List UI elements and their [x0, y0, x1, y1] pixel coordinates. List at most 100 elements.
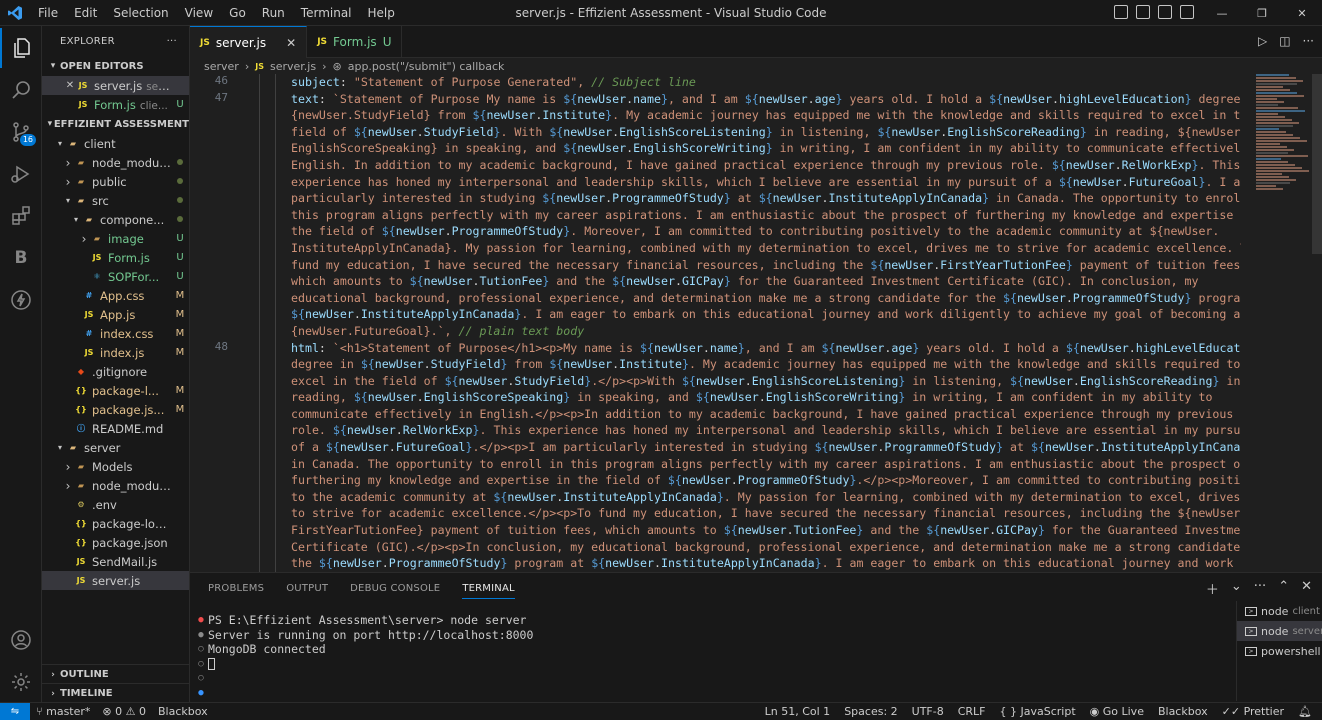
tree-item[interactable]: ▾ ▰ client [42, 134, 189, 153]
blackbox-status-right[interactable]: Blackbox [1158, 705, 1208, 718]
explorer-icon[interactable] [0, 28, 42, 68]
toggle-panel-icon[interactable] [1136, 5, 1150, 19]
tree-item-label: index.css [100, 326, 154, 341]
breadcrumb-folder[interactable]: server [204, 60, 239, 73]
tree-item[interactable]: {} package.js... M [42, 400, 189, 419]
menu-run[interactable]: Run [254, 0, 293, 26]
tree-item[interactable]: › ▰ image U [42, 229, 189, 248]
notifications-bell-icon[interactable]: 🔔︎ [1298, 705, 1312, 718]
tree-item[interactable]: › ▰ Models [42, 457, 189, 476]
menu-go[interactable]: Go [221, 0, 254, 26]
tree-item[interactable]: ⚛ SOPFor... U [42, 267, 189, 286]
tree-item[interactable]: {} package-lock.json [42, 514, 189, 533]
code-editor[interactable]: 46 47 48 subject: "Statement of Purpose Ge… [190, 74, 1322, 572]
tree-item[interactable]: JS App.js M [42, 305, 189, 324]
more-actions-icon[interactable]: ··· [1254, 579, 1266, 598]
tree-item[interactable]: JS SendMail.js [42, 552, 189, 571]
breadcrumb-symbol[interactable]: app.post("/submit") callback [348, 60, 505, 73]
terminal-name: powershell [1261, 644, 1321, 658]
close-panel-icon[interactable]: ✕ [1301, 579, 1312, 598]
minimize-button[interactable]: — [1202, 0, 1242, 26]
branch-indicator[interactable]: ⑂ master* [36, 705, 90, 718]
minimap[interactable] [1256, 74, 1312, 214]
editor-tabs: JS server.js ✕ JS Form.js U ▷ ◫ ··· [190, 26, 1322, 58]
terminal-dropdown-icon[interactable]: ⌄ [1231, 579, 1242, 598]
copilot-bolt-icon[interactable] [0, 280, 42, 320]
remote-indicator-icon[interactable]: ⇋ [0, 702, 30, 720]
tree-item[interactable]: JS Form.js U [42, 248, 189, 267]
blackbox-icon[interactable]: B [0, 238, 42, 278]
encoding[interactable]: UTF-8 [912, 705, 944, 718]
open-editor-item[interactable]: ✕JS server.jsserver [42, 76, 189, 95]
prettier-status[interactable]: ✓✓ Prettier [1222, 705, 1284, 718]
timeline-header[interactable]: › TIMELINE [42, 683, 189, 702]
javascript-file-icon: JS [92, 253, 102, 262]
tree-item[interactable]: ⓘ README.md [42, 419, 189, 438]
panel-tab-terminal[interactable]: TERMINAL [462, 583, 515, 599]
run-file-icon[interactable]: ▷ [1258, 34, 1267, 48]
tree-item[interactable]: › ▰ node_modules [42, 153, 189, 172]
toggle-primary-sidebar-icon[interactable] [1114, 5, 1128, 19]
run-debug-icon[interactable] [0, 154, 42, 194]
tree-item[interactable]: # App.css M [42, 286, 189, 305]
manage-gear-icon[interactable] [0, 662, 42, 702]
menu-file[interactable]: File [30, 0, 66, 26]
go-live-button[interactable]: ◉ Go Live [1090, 705, 1144, 718]
menu-view[interactable]: View [177, 0, 221, 26]
code-content[interactable]: subject: "Statement of Purpose Generated… [291, 74, 1241, 572]
close-tab-icon[interactable]: ✕ [286, 36, 296, 50]
panel-tab-debug-console[interactable]: DEBUG CONSOLE [350, 583, 440, 594]
language-mode[interactable]: { } JavaScript [1000, 705, 1076, 718]
tree-item[interactable]: JS server.js [42, 571, 189, 590]
tree-item[interactable]: ⚙ .env [42, 495, 189, 514]
tree-item[interactable]: {} package-l... M [42, 381, 189, 400]
menu-selection[interactable]: Selection [105, 0, 176, 26]
close-window-button[interactable]: ✕ [1282, 0, 1322, 26]
open-editors-header[interactable]: ▾ OPEN EDITORS [42, 56, 189, 76]
tab-form-js[interactable]: JS Form.js U [307, 26, 403, 58]
terminal-output[interactable]: ● PS E:\Effizient Assessment\server> node… [194, 613, 1229, 700]
menu-terminal[interactable]: Terminal [293, 0, 360, 26]
tree-item[interactable]: ◆ .gitignore [42, 362, 189, 381]
project-header[interactable]: ▾ EFFIZIENT ASSESSMENT [42, 114, 189, 134]
split-editor-icon[interactable]: ◫ [1279, 34, 1290, 48]
extensions-icon[interactable] [0, 196, 42, 236]
problems-indicator[interactable]: ⊗ 0 ⚠ 0 [102, 705, 146, 718]
tree-item[interactable]: JS index.js M [42, 343, 189, 362]
customize-layout-icon[interactable] [1180, 5, 1194, 19]
toggle-secondary-sidebar-icon[interactable] [1158, 5, 1172, 19]
tree-item[interactable]: # index.css M [42, 324, 189, 343]
maximize-panel-icon[interactable]: ⌃ [1278, 579, 1289, 598]
tree-item[interactable]: {} package.json [42, 533, 189, 552]
close-icon[interactable]: ✕ [64, 80, 76, 91]
cursor-position[interactable]: Ln 51, Col 1 [765, 705, 831, 718]
tree-item[interactable]: ▾ ▰ compone... [42, 210, 189, 229]
accounts-icon[interactable] [0, 620, 42, 660]
tree-item[interactable]: ▾ ▰ server [42, 438, 189, 457]
restore-button[interactable]: ❐ [1242, 0, 1282, 26]
indentation[interactable]: Spaces: 2 [844, 705, 897, 718]
panel-tab-output[interactable]: OUTPUT [286, 583, 328, 594]
menu-edit[interactable]: Edit [66, 0, 105, 26]
editor-scrollbar[interactable] [1312, 74, 1322, 254]
tree-item[interactable]: › ▰ node_modules [42, 476, 189, 495]
panel-tab-problems[interactable]: PROBLEMS [208, 583, 264, 594]
search-icon[interactable] [0, 70, 42, 110]
menu-help[interactable]: Help [360, 0, 403, 26]
outline-title: OUTLINE [60, 669, 109, 680]
more-actions-icon[interactable]: ··· [167, 36, 177, 47]
tree-item[interactable]: ▾ ▰ src [42, 191, 189, 210]
blackbox-status[interactable]: Blackbox [158, 705, 208, 718]
terminal-instance[interactable]: > node client [1237, 601, 1322, 621]
line-ending[interactable]: CRLF [958, 705, 986, 718]
more-actions-icon[interactable]: ··· [1303, 34, 1314, 48]
terminal-instance[interactable]: > powershell [1237, 641, 1322, 661]
outline-header[interactable]: › OUTLINE [42, 664, 189, 684]
terminal-instance[interactable]: > node server [1237, 621, 1322, 641]
source-control-icon[interactable]: 16 [0, 112, 42, 152]
tab-server-js[interactable]: JS server.js ✕ [190, 26, 308, 58]
new-terminal-icon[interactable]: ＋ [1206, 579, 1219, 598]
breadcrumb-file[interactable]: server.js [270, 60, 316, 73]
tree-item[interactable]: › ▰ public [42, 172, 189, 191]
open-editor-item[interactable]: JS Form.js clie... U [42, 95, 189, 114]
